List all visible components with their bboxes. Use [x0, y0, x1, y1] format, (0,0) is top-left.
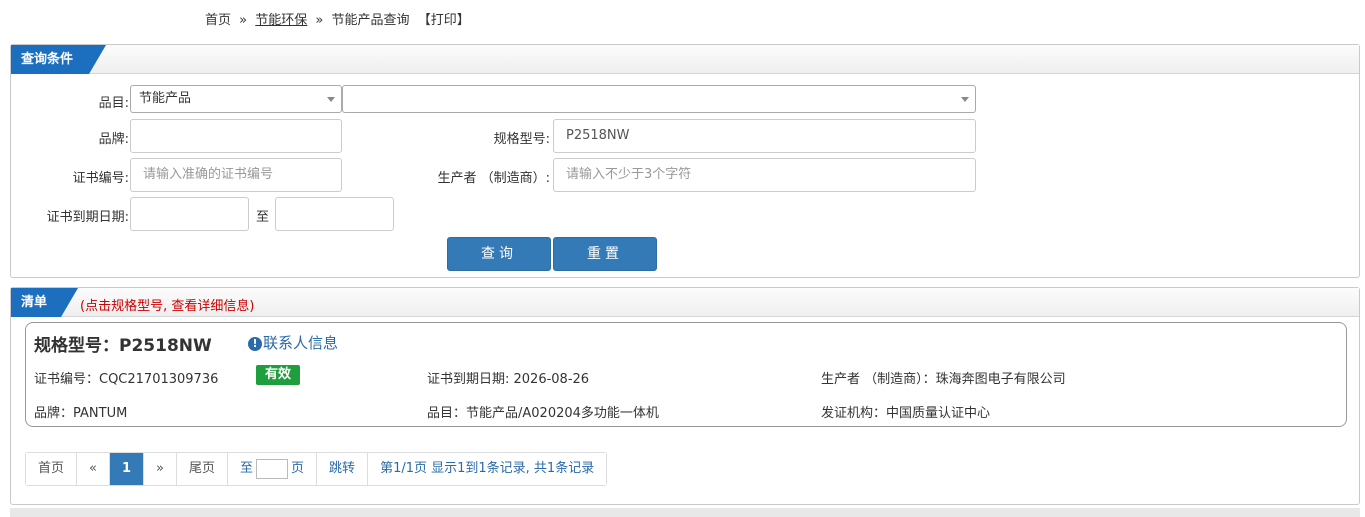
breadcrumb-section-link[interactable]: 节能环保: [255, 13, 307, 28]
category-select-value: 节能产品: [139, 91, 192, 106]
pager-goto-prefix: 至: [240, 461, 254, 476]
subcategory-select[interactable]: [342, 85, 976, 113]
query-panel-title: 查询条件: [11, 45, 106, 74]
print-link[interactable]: 【打印】: [418, 13, 470, 28]
expiry-to-label: 至: [256, 210, 270, 225]
list-panel: 清单 (点击规格型号, 查看详细信息) 规格型号：P2518NW ! 联系人信息 …: [10, 287, 1360, 505]
query-panel-header: 查询条件: [11, 45, 1359, 74]
contact-info-link[interactable]: ! 联系人信息: [248, 332, 338, 353]
chevron-down-icon: [327, 97, 335, 102]
pagination: 首页 « 1 » 尾页 至页 跳转 第1/1页 显示1到1条记录, 共1条记录: [25, 452, 608, 486]
pager-goto-suffix: 页: [291, 461, 305, 476]
producer-label: 生产者 （制造商）:: [437, 171, 550, 186]
producer-value: 生产者 （制造商）：珠海奔图电子有限公司: [821, 372, 1066, 387]
expiry-value: 证书到期日期: 2026-08-26: [427, 372, 590, 387]
chevron-down-icon: [961, 97, 969, 102]
search-button[interactable]: 查询: [447, 237, 551, 271]
category-label: 品目:: [98, 96, 129, 111]
info-circle-icon: !: [248, 337, 262, 351]
breadcrumb-home[interactable]: 首页: [205, 13, 231, 28]
pager-last[interactable]: 尾页: [177, 453, 229, 485]
cert-no-value: 证书编号：CQC21701309736: [34, 372, 219, 387]
status-badge: 有效: [256, 365, 301, 385]
expiry-from-input[interactable]: [130, 197, 249, 231]
brand-input[interactable]: [130, 119, 342, 153]
issuer-value: 发证机构：中国质量认证中心: [821, 406, 991, 421]
model-label: 规格型号:: [493, 132, 550, 147]
category-value: 品目：节能产品/A020204多功能一体机: [427, 406, 659, 421]
reset-button[interactable]: 重置: [553, 237, 657, 271]
pager-jump-button[interactable]: 跳转: [317, 453, 369, 485]
expiry-to-input[interactable]: [275, 197, 394, 231]
brand-label: 品牌:: [98, 132, 129, 147]
brand-value: 品牌：PANTUM: [34, 406, 128, 421]
cert-no-input[interactable]: 请输入准确的证书编号: [130, 158, 342, 192]
pager-page-1[interactable]: 1: [109, 453, 145, 485]
breadcrumb-separator: »: [315, 13, 324, 28]
pager-next[interactable]: »: [144, 453, 177, 485]
list-panel-header: 清单 (点击规格型号, 查看详细信息): [11, 288, 1359, 317]
pager-first[interactable]: 首页: [26, 453, 78, 485]
pager-goto: 至页: [228, 453, 318, 485]
breadcrumb: 首页 » 节能环保 » 节能产品查询 【打印】: [205, 9, 470, 28]
expiry-label: 证书到期日期:: [46, 210, 129, 225]
result-card: 规格型号：P2518NW ! 联系人信息 证书编号：CQC21701309736 …: [25, 322, 1347, 427]
model-input[interactable]: P2518NW: [553, 119, 976, 153]
breadcrumb-current: 节能产品查询: [331, 13, 410, 28]
query-panel: 查询条件 品目: 节能产品 品牌: 规格型号: P2518NW 证书编号: 请输…: [10, 44, 1360, 278]
pager-goto-input[interactable]: [256, 458, 289, 479]
contact-info-label: 联系人信息: [263, 334, 339, 352]
result-model-title[interactable]: 规格型号：P2518NW: [34, 331, 212, 356]
pager-prev[interactable]: «: [77, 453, 110, 485]
breadcrumb-separator: »: [239, 13, 248, 28]
pager-summary: 第1/1页 显示1到1条记录, 共1条记录: [368, 453, 607, 485]
footer-bar: [10, 508, 1360, 517]
list-panel-title: 清单: [11, 288, 78, 317]
list-hint: (点击规格型号, 查看详细信息): [80, 299, 255, 314]
category-select[interactable]: 节能产品: [130, 85, 342, 113]
producer-input[interactable]: 请输入不少于3个字符: [553, 158, 976, 192]
cert-no-label: 证书编号:: [72, 171, 129, 186]
